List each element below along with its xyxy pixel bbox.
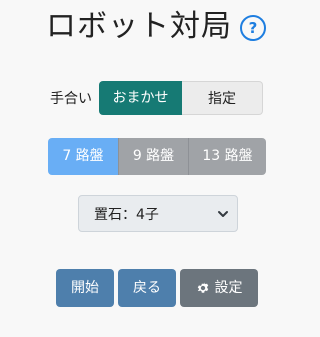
handicap-select-value: 置石：4子 [94,206,159,223]
board-9-button[interactable]: 9 路盤 [119,138,189,175]
mode-auto-button[interactable]: おまかせ [99,81,182,115]
action-buttons: 開始 戻る 設定 [56,269,258,307]
settings-label: 設定 [214,280,243,296]
chevron-down-icon [218,211,228,217]
board-7-button[interactable]: 7 路盤 [48,138,119,175]
mode-selector: 手合い おまかせ 指定 [50,81,263,115]
handicap-select[interactable]: 置石：4子 [78,195,238,232]
gear-icon [197,281,208,293]
page-title: ロボット対局 [46,9,232,44]
mode-label: 手合い [50,91,92,107]
question-circle-icon[interactable]: ? [240,15,266,41]
mode-specify-button[interactable]: 指定 [182,81,263,115]
settings-button[interactable]: 設定 [180,269,258,307]
board-13-button[interactable]: 13 路盤 [189,138,266,175]
back-button[interactable]: 戻る [118,269,176,307]
board-size-selector: 7 路盤 9 路盤 13 路盤 [48,138,266,175]
header: ロボット対局 ? [0,7,312,47]
start-button[interactable]: 開始 [56,269,114,307]
